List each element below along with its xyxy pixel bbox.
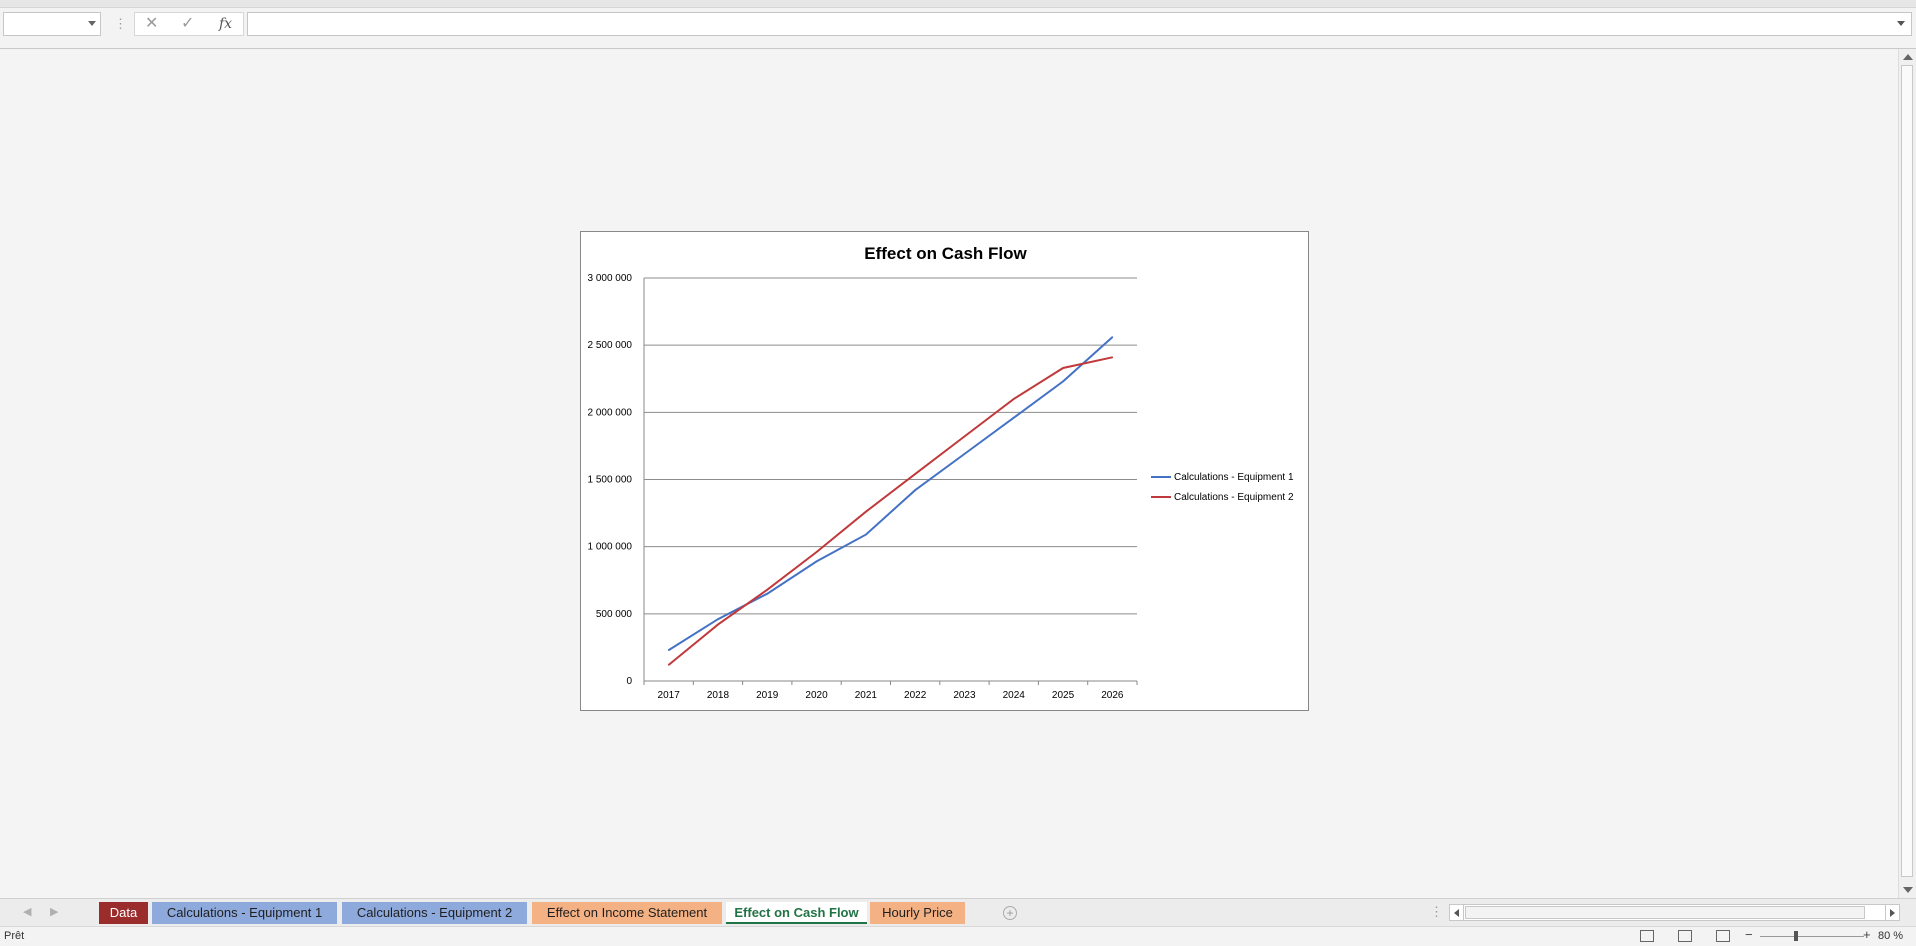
vertical-scrollbar[interactable]: [1898, 49, 1916, 898]
zoom-in-icon[interactable]: +: [1863, 928, 1871, 942]
y-tick-label: 3 000 000: [588, 273, 633, 284]
page-break-view-icon[interactable]: [1716, 930, 1730, 942]
horizontal-scrollbar[interactable]: [1449, 904, 1900, 921]
tabs-split-handle-icon[interactable]: ⋮: [1430, 905, 1443, 918]
sheet-tab[interactable]: Calculations - Equipment 1: [152, 902, 337, 924]
data-point: [865, 510, 867, 513]
data-point: [963, 435, 966, 438]
data-point: [766, 588, 769, 591]
chart-plot: 0 500 000 1 000 000 1 500 000 2 000 000 2 500…: [588, 273, 1294, 701]
insert-function-icon[interactable]: fx: [219, 15, 232, 33]
data-point: [667, 664, 670, 666]
formula-buttons: ✕ ✓ fx: [134, 12, 244, 36]
x-tick-label: 2023: [953, 690, 976, 701]
scroll-up-icon[interactable]: [1903, 54, 1913, 60]
sheet-tab[interactable]: Calculations - Equipment 2: [342, 902, 527, 924]
expand-formula-icon[interactable]: [1897, 21, 1905, 26]
x-tick-label: 2022: [904, 690, 927, 701]
normal-view-icon[interactable]: [1640, 930, 1654, 942]
data-point: [1111, 356, 1114, 359]
data-point: [717, 618, 719, 621]
y-tick-label: 2 000 000: [588, 407, 633, 418]
sheet-tabs-bar: ◀ ▶ Data Calculations - Equipment 1 Calcul…: [0, 898, 1916, 926]
more-options-icon[interactable]: ⋮: [114, 17, 127, 30]
data-point: [815, 560, 818, 563]
x-tick-label: 2017: [658, 690, 681, 701]
status-bar: Prêt − + 80 %: [0, 926, 1916, 946]
data-point: [1062, 367, 1064, 369]
add-sheet-icon[interactable]: +: [1003, 906, 1017, 920]
formula-input[interactable]: [247, 12, 1912, 36]
enter-icon[interactable]: ✓: [181, 15, 194, 33]
y-tick-label: 0: [626, 676, 632, 687]
legend-label: Calculations - Equipment 2: [1174, 492, 1294, 503]
data-point: [914, 489, 916, 492]
data-point: [667, 649, 670, 651]
x-tick-label: 2024: [1003, 690, 1026, 701]
formula-bar: ⋮ ✕ ✓ fx: [0, 9, 1916, 49]
x-tick-label: 2021: [855, 690, 878, 701]
next-sheet-icon[interactable]: ▶: [50, 907, 58, 918]
zoom-slider-handle[interactable]: [1794, 931, 1798, 941]
scroll-down-icon[interactable]: [1903, 887, 1913, 893]
data-point: [1111, 336, 1114, 338]
data-point: [963, 453, 966, 455]
cash-flow-chart[interactable]: Effect on Cash Flow 0 500 000 1 000 000 1 5…: [580, 231, 1309, 711]
data-point: [766, 592, 769, 595]
x-tick-label: 2019: [756, 690, 779, 701]
sheet-tab[interactable]: Data: [99, 902, 148, 924]
legend-label: Calculations - Equipment 1: [1174, 472, 1294, 483]
zoom-out-icon[interactable]: −: [1745, 928, 1753, 942]
data-point: [717, 623, 719, 626]
sheet-tab[interactable]: Effect on Income Statement: [532, 902, 722, 924]
y-tick-label: 2 500 000: [588, 340, 633, 351]
x-tick-label: 2018: [707, 690, 730, 701]
page-layout-view-icon[interactable]: [1678, 930, 1692, 942]
data-point: [914, 473, 916, 475]
chevron-down-icon[interactable]: [88, 21, 96, 26]
status-text: Prêt: [4, 930, 25, 942]
scroll-right-icon[interactable]: [1885, 905, 1899, 920]
cancel-icon[interactable]: ✕: [145, 15, 158, 33]
x-tick-label: 2025: [1052, 690, 1075, 701]
name-box[interactable]: [3, 12, 101, 36]
sheet-tab[interactable]: Hourly Price: [870, 902, 965, 924]
scroll-left-icon[interactable]: [1450, 905, 1464, 920]
x-tick-label: 2020: [805, 690, 828, 701]
zoom-level[interactable]: 80 %: [1878, 930, 1903, 942]
horizontal-scroll-thumb[interactable]: [1465, 906, 1865, 919]
x-tick-label: 2026: [1101, 690, 1124, 701]
data-point: [1012, 398, 1015, 400]
data-point: [815, 551, 818, 553]
sheet-tab[interactable]: Effect on Cash Flow: [726, 902, 867, 924]
prev-sheet-icon[interactable]: ◀: [23, 907, 31, 918]
data-point: [1012, 416, 1015, 419]
vertical-scroll-thumb[interactable]: [1901, 65, 1913, 877]
ribbon-edge: [0, 0, 1916, 8]
data-point: [865, 533, 867, 536]
y-tick-label: 500 000: [596, 609, 633, 620]
data-point: [1062, 380, 1064, 383]
y-tick-label: 1 500 000: [588, 475, 633, 486]
zoom-slider[interactable]: [1760, 936, 1864, 937]
y-tick-label: 1 000 000: [588, 542, 633, 553]
